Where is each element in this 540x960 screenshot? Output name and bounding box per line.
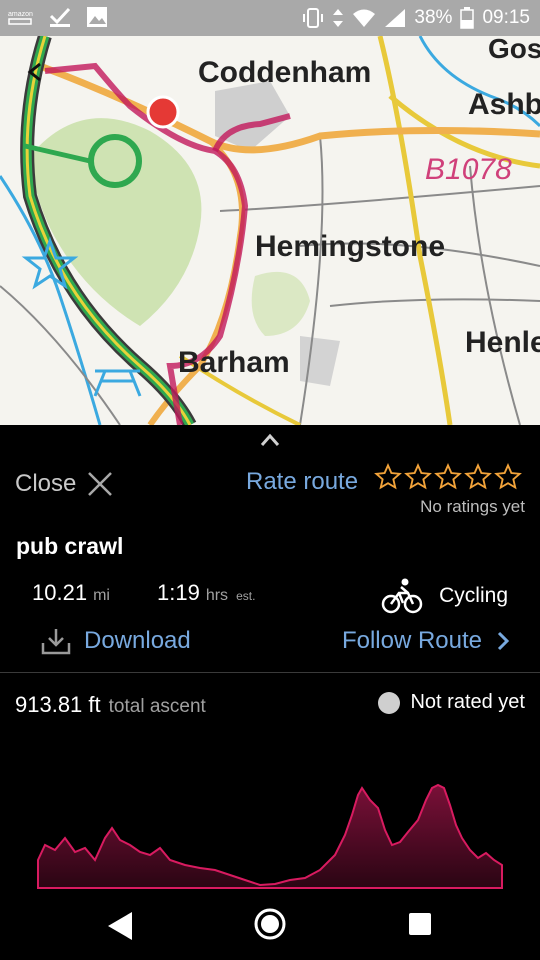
close-icon	[88, 472, 113, 496]
star-icon[interactable]	[374, 463, 402, 491]
follow-route-button[interactable]: Follow Route	[342, 627, 510, 655]
svg-text:amazon: amazon	[8, 11, 33, 18]
road-label: B1078	[425, 153, 512, 186]
battery-percent: 38%	[414, 7, 453, 28]
duration-unit: hrs	[205, 587, 229, 604]
follow-label: Follow Route	[341, 627, 482, 654]
place-label: Gos	[488, 36, 540, 64]
star-icon[interactable]	[434, 463, 462, 491]
distance-stat: 10.21 mi	[32, 580, 110, 606]
map-canvas: Coddenham Hemingstone Barham Gos Ashb B1…	[0, 36, 540, 425]
route-name: pub crawl	[16, 533, 124, 559]
data-arrows-icon	[333, 9, 344, 27]
ascent-value: 913.81 ft	[15, 692, 101, 717]
place-label: Barham	[178, 346, 290, 379]
divider	[0, 672, 540, 673]
recents-icon[interactable]	[408, 912, 432, 936]
download-label: Download	[84, 627, 191, 654]
rate-route-button[interactable]: Rate route	[246, 468, 358, 496]
place-label: Ashb	[468, 88, 540, 121]
rating-status-label: Not rated yet	[410, 691, 525, 713]
duration-note: est.	[236, 589, 256, 603]
system-status: 38% 09:15	[302, 7, 530, 29]
activity-mode: Cycling	[381, 577, 508, 615]
check-icon	[49, 7, 71, 27]
status-bar: amazon 38% 09:15	[0, 0, 540, 36]
clock: 09:15	[482, 7, 530, 28]
rating-status: Not rated yet	[378, 691, 525, 714]
rating-status-dot-icon	[378, 691, 401, 714]
elevation-profile[interactable]	[0, 720, 540, 895]
duration-stat: 1:19 hrs est.	[157, 580, 255, 606]
no-ratings-text: No ratings yet	[420, 497, 525, 516]
ascent-label: total ascent	[108, 696, 206, 717]
download-button[interactable]: Download	[40, 626, 191, 656]
duration-value: 1:19	[157, 580, 200, 605]
signal-icon	[385, 9, 406, 27]
distance-value: 10.21	[32, 580, 88, 605]
home-icon[interactable]	[253, 907, 287, 941]
star-icon[interactable]	[464, 463, 492, 491]
chevron-right-icon	[497, 631, 510, 651]
distance-unit: mi	[93, 587, 110, 604]
wifi-icon	[353, 9, 376, 27]
start-marker[interactable]	[146, 95, 180, 129]
close-button[interactable]: Close	[15, 470, 114, 498]
total-ascent: 913.81 ft total ascent	[15, 692, 206, 718]
back-icon[interactable]	[105, 910, 135, 942]
star-icon[interactable]	[494, 463, 522, 491]
image-icon	[87, 7, 107, 27]
battery-icon	[460, 7, 475, 29]
notification-icons: amazon	[8, 6, 108, 28]
place-label: Hemingstone	[255, 230, 445, 263]
place-label: Coddenham	[198, 56, 371, 89]
close-label: Close	[15, 470, 77, 497]
route-map[interactable]: Coddenham Hemingstone Barham Gos Ashb B1…	[0, 36, 540, 425]
star-icon[interactable]	[404, 463, 432, 491]
download-icon	[41, 629, 71, 655]
amazon-prime-icon: amazon	[8, 11, 33, 25]
system-nav-bar	[0, 895, 540, 960]
vibrate-icon	[303, 8, 324, 28]
expand-chevron-icon[interactable]	[255, 425, 285, 455]
place-label: Henle	[465, 326, 540, 359]
mode-label: Cycling	[439, 584, 508, 607]
elevation-area	[37, 783, 503, 889]
cycling-icon	[381, 578, 423, 614]
star-rating[interactable]	[374, 463, 522, 491]
